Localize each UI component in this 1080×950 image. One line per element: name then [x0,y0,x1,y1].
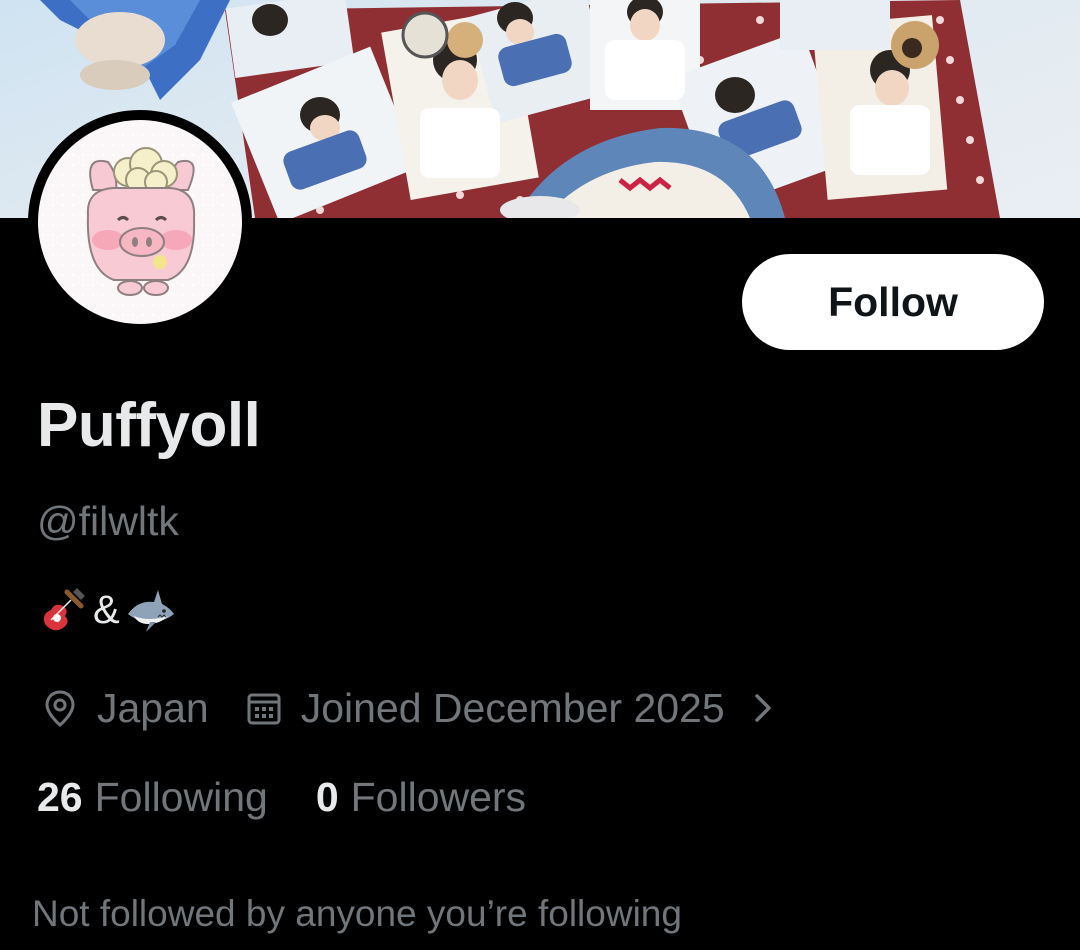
follow-button[interactable]: Follow [742,254,1044,350]
joined-date: Joined December 2025 [300,684,725,731]
following-link[interactable]: 26 Following [37,774,268,821]
user-handle: @filwltk [37,498,179,544]
shark-icon [124,584,176,636]
display-name: Puffyoll [37,391,261,460]
followers-label: Followers [350,774,527,820]
follow-stats: 26 Following 0 Followers [37,774,526,821]
location-pin-icon [37,685,83,731]
followers-link[interactable]: 0 Followers [316,774,526,821]
following-label: Following [94,774,268,820]
bio: & [37,584,176,636]
bio-separator: & [93,587,120,632]
guitar-icon [37,584,89,636]
followers-count: 0 [315,774,339,820]
location-text: Japan [97,684,209,731]
following-count: 26 [37,774,83,820]
mutual-followers-text: Not followed by anyone you’re following [32,893,682,934]
profile-avatar[interactable] [28,110,252,334]
pig-character-icon [86,147,196,296]
chevron-right-icon[interactable] [749,688,777,728]
calendar-icon [241,685,287,731]
profile-meta: Japan Joined December 2025 [37,680,777,736]
